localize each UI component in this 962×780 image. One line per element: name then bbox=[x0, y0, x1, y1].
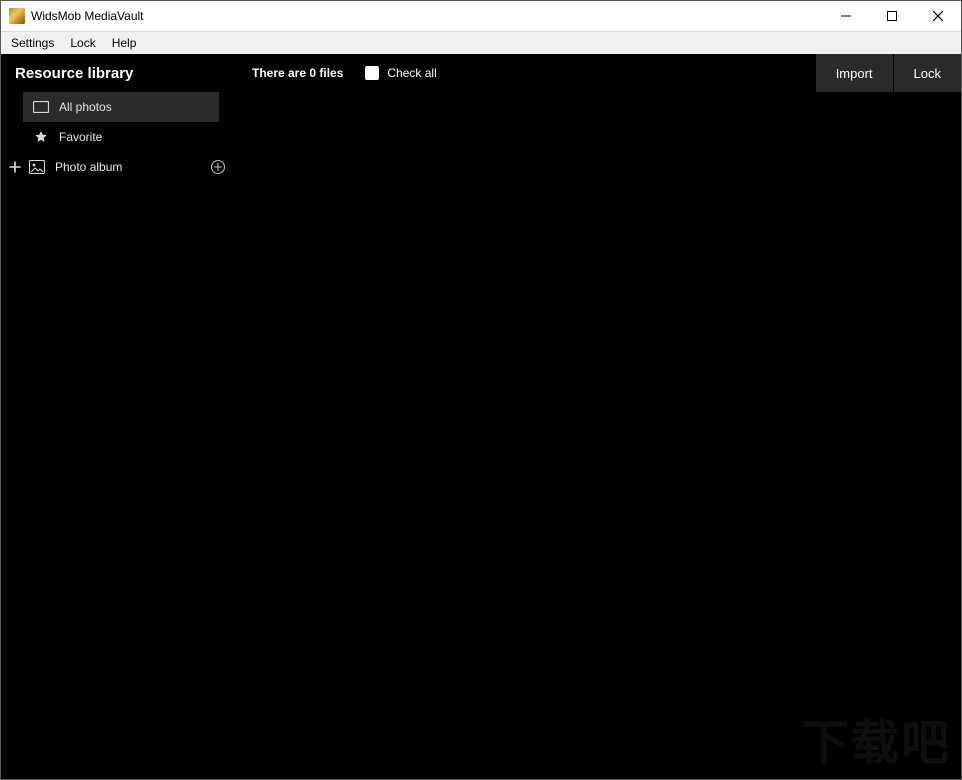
topbar: There are 0 files Check all Import Lock bbox=[238, 54, 961, 92]
star-icon bbox=[33, 129, 49, 145]
maximize-button[interactable] bbox=[869, 1, 915, 31]
menu-help[interactable]: Help bbox=[104, 32, 145, 54]
sidebar: Resource library All photos Favorite bbox=[1, 54, 238, 779]
plus-icon[interactable] bbox=[7, 161, 23, 173]
app-body: Resource library All photos Favorite bbox=[1, 54, 961, 779]
sidebar-title: Resource library bbox=[1, 54, 237, 92]
minimize-button[interactable] bbox=[823, 1, 869, 31]
content-area: 下载吧 bbox=[238, 92, 961, 779]
watermark-text: 下载吧 bbox=[801, 703, 951, 773]
menu-settings[interactable]: Settings bbox=[3, 32, 62, 54]
import-button[interactable]: Import bbox=[816, 54, 893, 92]
sidebar-item-label: All photos bbox=[59, 100, 112, 114]
sidebar-item-label: Favorite bbox=[59, 130, 102, 144]
picture-icon bbox=[29, 159, 45, 175]
sidebar-item-photo-album[interactable]: Photo album bbox=[1, 152, 237, 182]
file-count-status: There are 0 files bbox=[238, 66, 343, 80]
add-album-icon[interactable] bbox=[209, 158, 227, 176]
titlebar: WidsMob MediaVault bbox=[1, 1, 961, 32]
check-all-checkbox[interactable] bbox=[365, 66, 379, 80]
check-all-control[interactable]: Check all bbox=[365, 66, 436, 80]
check-all-label: Check all bbox=[387, 66, 436, 80]
sidebar-item-favorite[interactable]: Favorite bbox=[23, 122, 219, 152]
lock-button[interactable]: Lock bbox=[894, 54, 961, 92]
menubar: Settings Lock Help bbox=[1, 32, 961, 54]
sidebar-item-all-photos[interactable]: All photos bbox=[23, 92, 219, 122]
close-button[interactable] bbox=[915, 1, 961, 31]
sidebar-item-label: Photo album bbox=[55, 160, 209, 174]
main-pane: There are 0 files Check all Import Lock … bbox=[238, 54, 961, 779]
menu-lock[interactable]: Lock bbox=[62, 32, 103, 54]
app-window: WidsMob MediaVault Settings Lock Help Re… bbox=[0, 0, 962, 780]
app-icon bbox=[9, 8, 25, 24]
window-title: WidsMob MediaVault bbox=[31, 9, 144, 23]
photo-rect-icon bbox=[33, 99, 49, 115]
